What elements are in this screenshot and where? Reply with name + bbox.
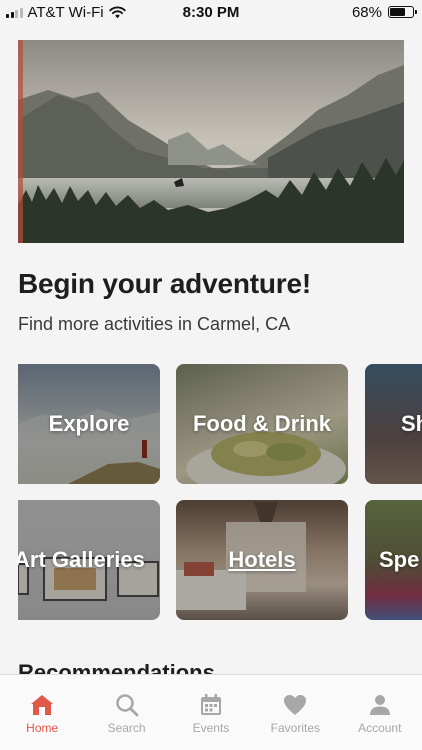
location-subtitle: Find more activities in Carmel, CA: [18, 314, 291, 334]
status-left: AT&T Wi-Fi: [6, 4, 126, 21]
clock: 8:30 PM: [182, 3, 240, 21]
tab-favorites[interactable]: Favorites: [256, 693, 334, 735]
cellular-signal-icon: [6, 7, 23, 18]
category-shopping[interactable]: Sh: [365, 364, 422, 484]
category-label: Art Galleries: [18, 547, 145, 572]
tab-home[interactable]: Home: [3, 693, 81, 735]
category-label: Hotels: [228, 547, 296, 572]
page-title: Begin your adventure!: [18, 268, 311, 299]
category-label: Sh: [401, 411, 422, 436]
tab-events[interactable]: Events: [172, 693, 250, 735]
wifi-icon: [108, 6, 126, 18]
tab-label: Home: [26, 721, 59, 735]
home-icon: [29, 693, 55, 717]
category-label: Spe: [379, 547, 420, 572]
battery-icon: [388, 6, 417, 18]
tab-search[interactable]: Search: [88, 693, 166, 735]
hero-image: [18, 40, 404, 243]
carrier-label: AT&T Wi-Fi: [27, 3, 104, 21]
category-hotels[interactable]: Hotels: [176, 500, 348, 620]
tab-account[interactable]: Account: [341, 693, 419, 735]
battery-fill: [390, 8, 405, 16]
battery-percentage: 68%: [351, 3, 382, 21]
category-special-events[interactable]: Spe: [365, 500, 422, 620]
tab-label: Favorites: [270, 721, 321, 735]
person-icon: [367, 693, 393, 717]
tab-label: Account: [358, 721, 402, 735]
tab-label: Search: [107, 721, 146, 735]
category-label: Food & Drink: [192, 411, 332, 436]
calendar-icon: [198, 693, 224, 717]
mountain-lake-illustration: [18, 40, 404, 243]
category-label: Explore: [48, 411, 130, 436]
category-explore[interactable]: Explore: [18, 364, 160, 484]
bottom-tab-bar: Home Search Events Favorites Account: [0, 674, 422, 750]
tab-label: Events: [192, 721, 230, 735]
category-art-galleries[interactable]: Art Galleries: [18, 500, 160, 620]
status-bar: AT&T Wi-Fi 8:30 PM 68%: [0, 0, 422, 24]
search-icon: [114, 693, 140, 717]
category-food-drink[interactable]: Food & Drink: [176, 364, 348, 484]
status-right: 68%: [351, 3, 417, 21]
heart-icon: [282, 693, 308, 717]
